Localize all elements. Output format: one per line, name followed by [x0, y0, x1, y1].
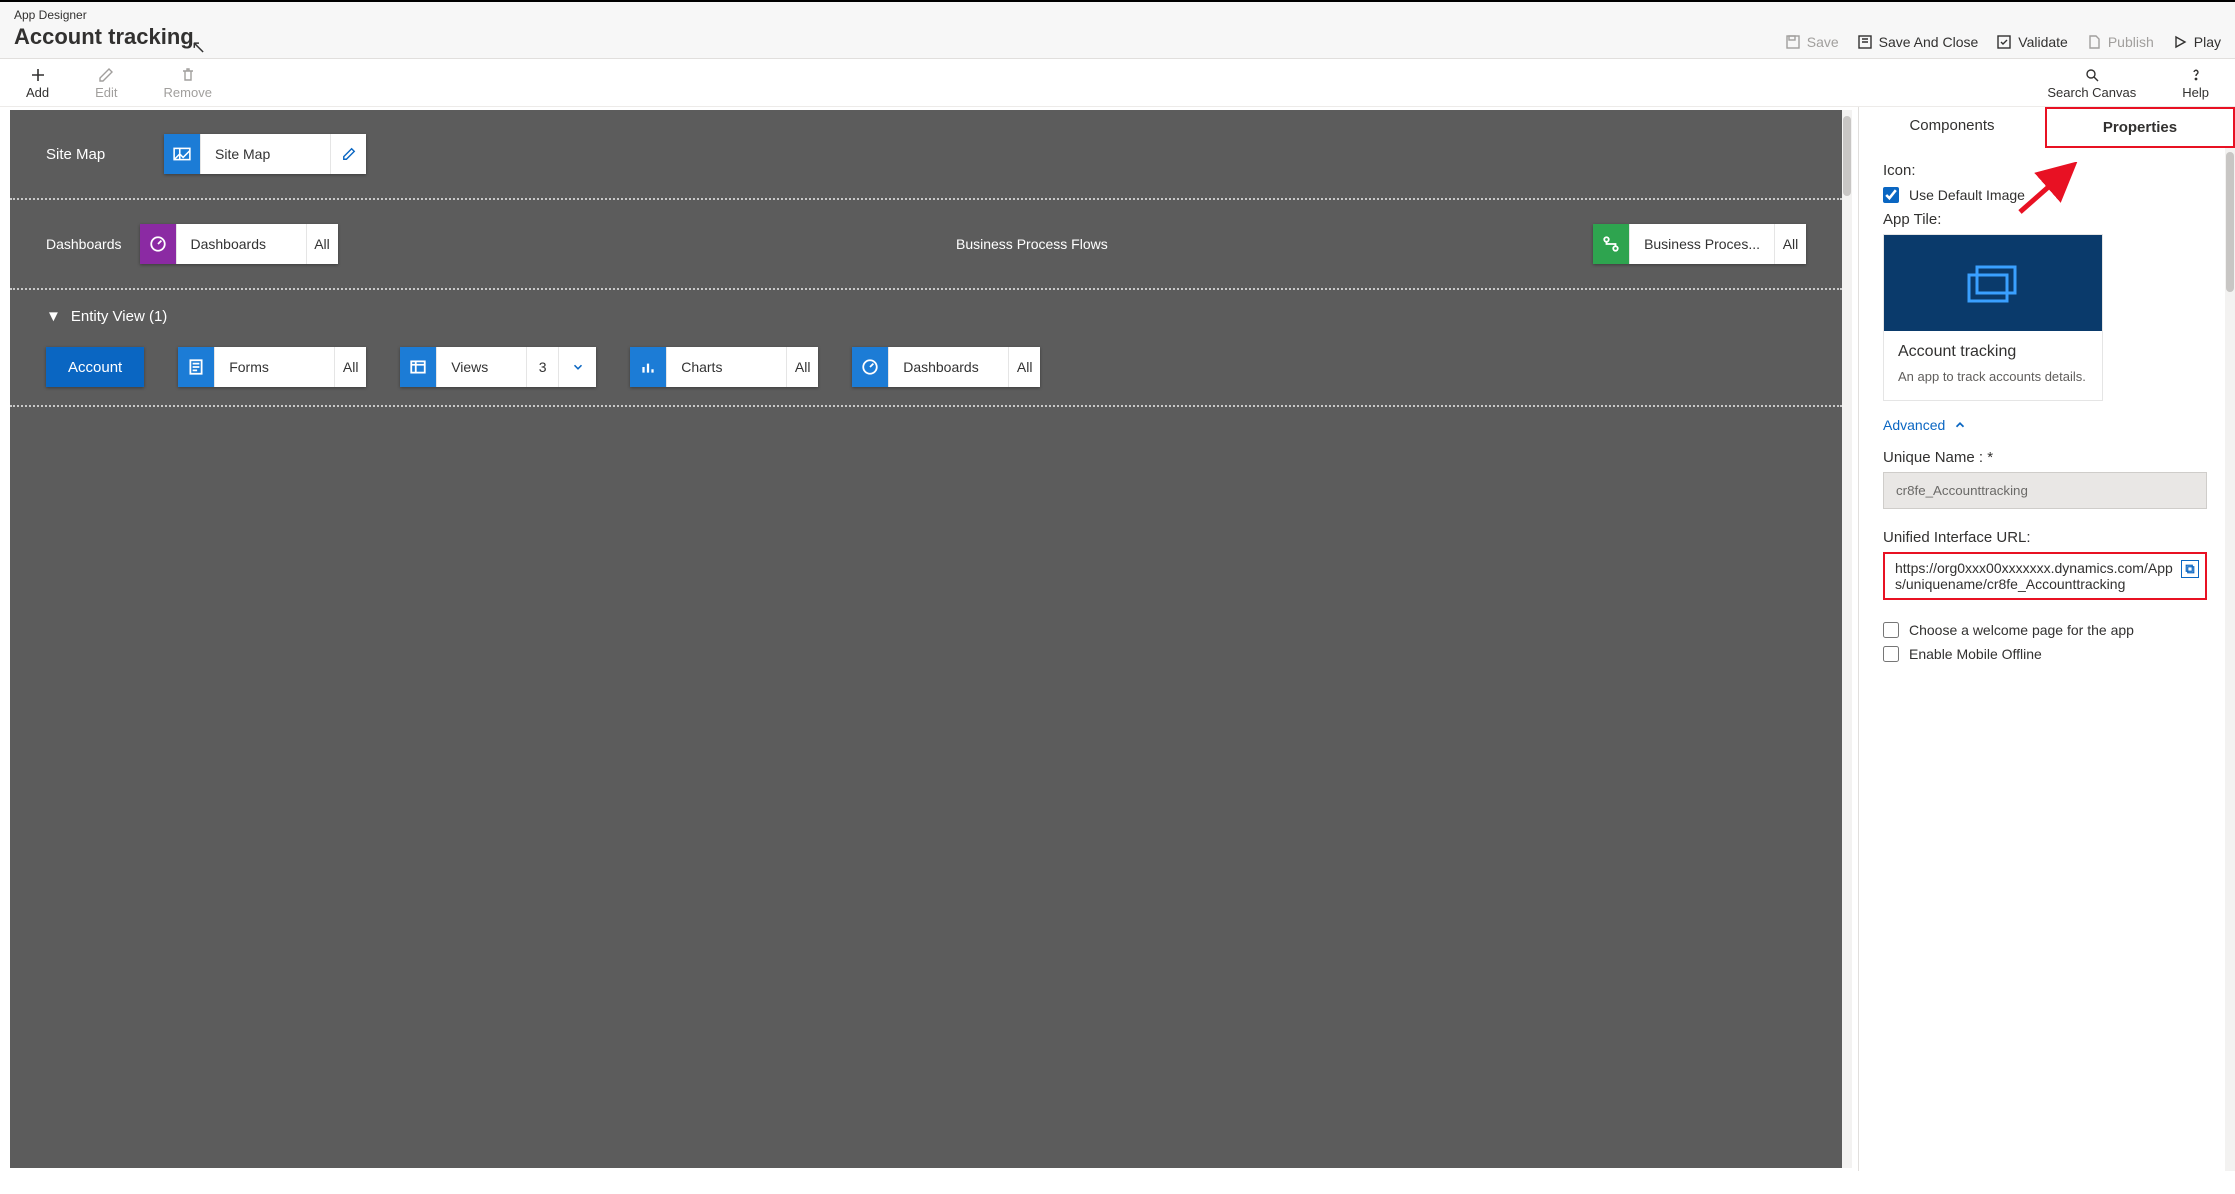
- dashboards-block[interactable]: Dashboards All: [140, 224, 338, 264]
- dashboard-icon: [140, 224, 176, 264]
- entity-dashboards-block[interactable]: Dashboards All: [852, 347, 1040, 387]
- charts-text: Charts: [666, 347, 786, 387]
- bpf-block[interactable]: Business Proces... All: [1593, 224, 1806, 264]
- pencil-icon: [98, 67, 114, 83]
- save-close-icon: [1857, 34, 1873, 50]
- panel-scrollbar[interactable]: [2225, 148, 2235, 1171]
- design-canvas[interactable]: Site Map Site Map Das: [10, 110, 1842, 1168]
- unified-url-value: https://org0xxx00xxxxxxx.dynamics.com/Ap…: [1895, 560, 2173, 592]
- views-expand-button[interactable]: [558, 347, 596, 387]
- unified-url-box: https://org0xxx00xxxxxxx.dynamics.com/Ap…: [1883, 552, 2207, 600]
- dashboards-text: Dashboards: [176, 224, 306, 264]
- add-button[interactable]: Add: [18, 65, 57, 102]
- forms-badge[interactable]: All: [334, 347, 366, 387]
- search-icon: [2084, 67, 2100, 83]
- icon-label: Icon:: [1883, 162, 2207, 179]
- url-label: Unified Interface URL:: [1883, 529, 2207, 546]
- entity-dashboard-icon: [852, 347, 888, 387]
- entity-account-button[interactable]: Account: [46, 347, 144, 387]
- app-name: Account tracking: [14, 24, 194, 50]
- publish-icon: [2086, 34, 2102, 50]
- views-badge[interactable]: 3: [526, 347, 558, 387]
- sitemap-text: Site Map: [200, 134, 330, 174]
- charts-icon: [630, 347, 666, 387]
- validate-icon: [1996, 34, 2012, 50]
- advanced-toggle[interactable]: Advanced: [1883, 417, 1967, 433]
- mobile-offline-checkbox[interactable]: Enable Mobile Offline: [1883, 646, 2207, 662]
- tile-desc: An app to track accounts details.: [1898, 369, 2088, 384]
- designer-caption: App Designer: [14, 8, 194, 22]
- flow-icon: [1593, 224, 1629, 264]
- views-icon: [400, 347, 436, 387]
- app-tile-icon: [1963, 261, 2023, 305]
- canvas-scrollbar[interactable]: [1842, 110, 1852, 1168]
- views-text: Views: [436, 347, 526, 387]
- help-button[interactable]: Help: [2174, 65, 2217, 102]
- toolbar: Add Edit Remove Search Canvas Help: [0, 59, 2235, 107]
- chevron-down-icon: ▼: [46, 308, 61, 325]
- tile-title: Account tracking: [1898, 343, 2088, 361]
- unique-name-label: Unique Name : *: [1883, 449, 2207, 466]
- entity-dashboards-text: Dashboards: [888, 347, 1008, 387]
- play-button[interactable]: Play: [2172, 34, 2221, 50]
- use-default-image-checkbox[interactable]: Use Default Image: [1883, 187, 2207, 203]
- sitemap-block[interactable]: Site Map: [164, 134, 366, 174]
- bpf-text: Business Proces...: [1629, 224, 1774, 264]
- remove-button: Remove: [156, 65, 220, 102]
- save-and-close-button[interactable]: Save And Close: [1857, 34, 1979, 50]
- edit-button: Edit: [87, 65, 125, 102]
- help-icon: [2188, 67, 2204, 83]
- app-tile-preview: Account tracking An app to track account…: [1883, 234, 2103, 401]
- sitemap-edit-button[interactable]: [330, 134, 366, 174]
- charts-badge[interactable]: All: [786, 347, 818, 387]
- titlebar: App Designer Account tracking Save Save …: [0, 0, 2235, 59]
- copy-icon: [2184, 563, 2196, 575]
- plus-icon: [30, 67, 46, 83]
- charts-block[interactable]: Charts All: [630, 347, 818, 387]
- save-icon: [1785, 34, 1801, 50]
- entity-dashboards-badge[interactable]: All: [1008, 347, 1040, 387]
- publish-button: Publish: [2086, 34, 2154, 50]
- sitemap-icon: [164, 134, 200, 174]
- bpf-label: Business Process Flows: [956, 236, 1575, 252]
- forms-block[interactable]: Forms All: [178, 347, 366, 387]
- dashboards-badge[interactable]: All: [306, 224, 338, 264]
- forms-icon: [178, 347, 214, 387]
- apptile-label: App Tile:: [1883, 211, 2207, 228]
- bpf-badge[interactable]: All: [1774, 224, 1806, 264]
- dashboards-label: Dashboards: [46, 236, 122, 252]
- search-canvas-button[interactable]: Search Canvas: [2039, 65, 2144, 102]
- play-icon: [2172, 34, 2188, 50]
- views-block[interactable]: Views 3: [400, 347, 596, 387]
- chevron-up-icon: [1953, 418, 1967, 432]
- validate-button[interactable]: Validate: [1996, 34, 2068, 50]
- tab-properties[interactable]: Properties: [2045, 107, 2235, 148]
- forms-text: Forms: [214, 347, 334, 387]
- tab-components[interactable]: Components: [1859, 107, 2045, 148]
- entity-view-header[interactable]: ▼ Entity View (1): [46, 308, 1806, 325]
- unique-name-input: [1883, 472, 2207, 509]
- welcome-page-checkbox[interactable]: Choose a welcome page for the app: [1883, 622, 2207, 638]
- properties-panel: Components Properties Icon: Use Default …: [1858, 107, 2235, 1171]
- sitemap-label: Site Map: [46, 146, 146, 163]
- save-button: Save: [1785, 34, 1839, 50]
- copy-url-button[interactable]: [2181, 560, 2199, 578]
- command-bar: Save Save And Close Validate Publish Pla…: [1785, 34, 2221, 50]
- trash-icon: [180, 67, 196, 83]
